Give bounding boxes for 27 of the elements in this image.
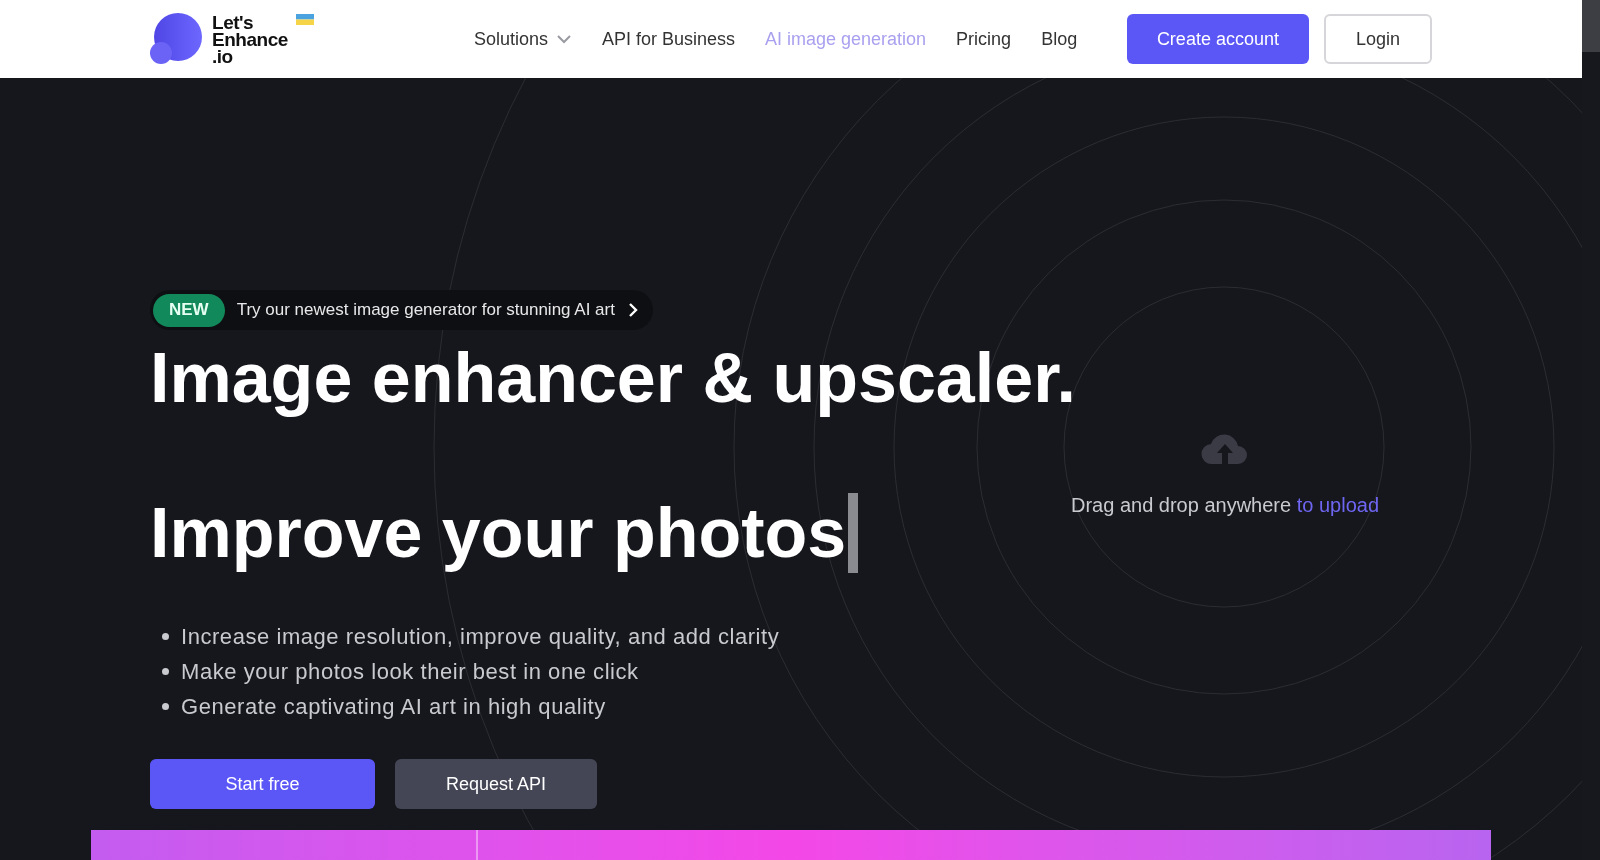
create-account-button[interactable]: Create account	[1126, 14, 1309, 64]
cloud-upload-icon	[1200, 432, 1250, 466]
flag-icon	[295, 14, 314, 25]
feature-text: Make your photos look their best in one click	[181, 658, 639, 686]
new-badge: NEW	[153, 293, 225, 327]
nav-link[interactable]: API for Business	[601, 25, 735, 53]
announcement-text: Try our newest image generator for stunning AI art	[236, 299, 615, 322]
typed-headline: Improve your photos	[150, 493, 847, 573]
chevron-right-icon	[626, 302, 639, 318]
upload-hint: Drag and drop anywhere to upload	[1071, 493, 1379, 518]
scrollbar-thumb[interactable]	[1582, 0, 1600, 52]
nav-link[interactable]: Blog	[1041, 25, 1078, 53]
upload-link[interactable]: to upload	[1296, 494, 1379, 516]
feature-text: Generate captivating AI art in high quality	[181, 693, 606, 721]
logo-text: .io	[212, 47, 233, 65]
logo-text: Let's	[212, 13, 255, 31]
feature-text: Increase image resolution, improve quality, and add clarity	[181, 623, 780, 651]
announcement-banner[interactable]: NEW Try our newest image generator for stunning AI art	[150, 290, 653, 330]
headline: Image enhancer & upscaler.	[150, 338, 1077, 418]
start-free-button[interactable]: Start free	[150, 759, 375, 809]
chevron-down-icon	[555, 34, 572, 44]
login-button[interactable]: Login	[1323, 14, 1432, 64]
logo-icon	[150, 13, 204, 65]
nav-link[interactable]: Solutions	[473, 25, 572, 53]
logo-text: Enhance	[212, 30, 288, 48]
request-api-button[interactable]: Request API	[395, 759, 597, 809]
nav-link[interactable]: Pricing	[956, 25, 1012, 53]
